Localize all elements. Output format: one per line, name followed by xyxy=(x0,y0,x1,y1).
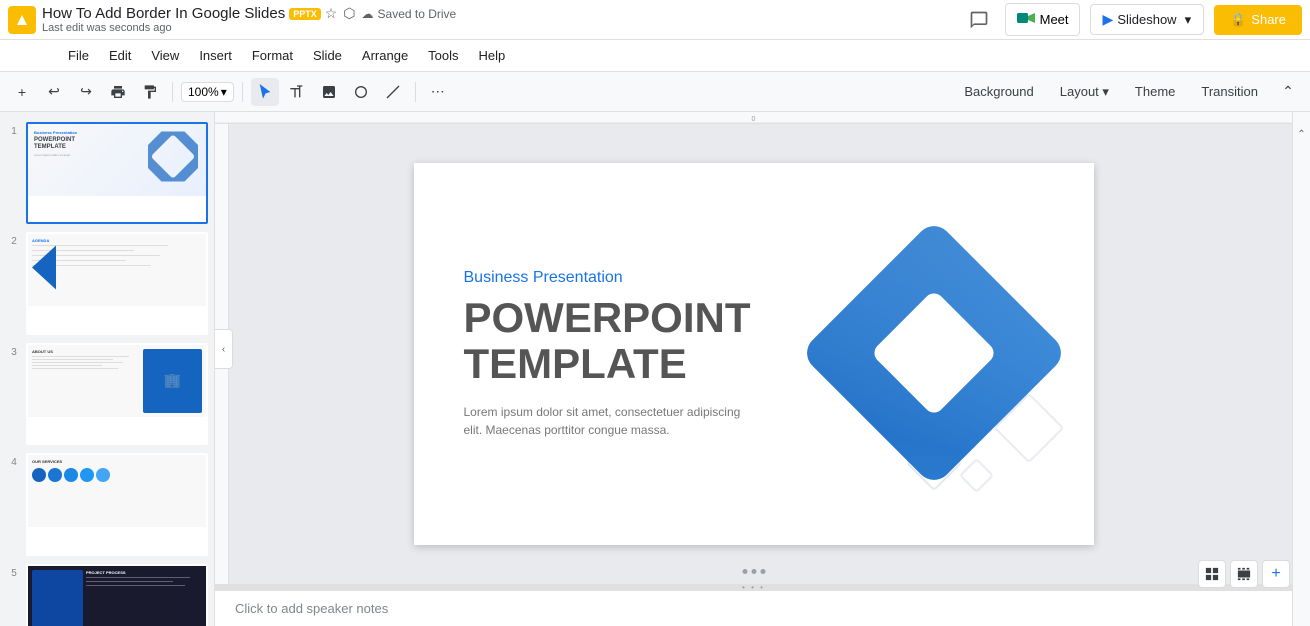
slideshow-dropdown-icon[interactable]: ▾ xyxy=(1185,12,1192,28)
paint-format-button[interactable] xyxy=(136,78,164,106)
slide-2-thumbnail[interactable]: AGENDA xyxy=(26,232,208,334)
doc-title[interactable]: How To Add Border In Google Slides xyxy=(42,5,285,22)
background-button[interactable]: Background xyxy=(954,80,1043,103)
slide-1-thumbnail[interactable]: Business Presentation POWERPOINTTEMPLATE… xyxy=(26,122,208,224)
main-layout: 1 Business Presentation POWERPOINTTEMPLA… xyxy=(0,112,1310,626)
slide-num-4: 4 xyxy=(6,457,22,468)
slide-graphic xyxy=(794,183,1074,523)
slide-5-thumbnail[interactable]: PROJECT PROCESS xyxy=(26,564,208,626)
star-icon[interactable]: ☆ xyxy=(325,5,338,22)
menu-view[interactable]: View xyxy=(143,44,187,67)
speaker-notes-placeholder: Click to add speaker notes xyxy=(235,601,388,616)
meet-label: Meet xyxy=(1040,12,1069,27)
grid-view-button[interactable] xyxy=(1198,560,1226,588)
title-icons: ☆ ⬡ ☁ Saved to Drive xyxy=(325,5,457,22)
canvas-area[interactable]: Business Presentation POWERPOINT TEMPLAT… xyxy=(215,124,1292,584)
diamond-svg xyxy=(804,203,1064,503)
last-edit-text: Last edit was seconds ago xyxy=(42,22,456,34)
redo-button[interactable]: ↪ xyxy=(72,78,100,106)
menu-arrange[interactable]: Arrange xyxy=(354,44,416,67)
pptx-badge: PPTX xyxy=(289,8,321,20)
toolbar-right: Background Layout ▾ Theme Transition ⌃ xyxy=(954,78,1302,106)
bottom-controls: + xyxy=(1198,560,1290,588)
line-tool[interactable] xyxy=(379,78,407,106)
saved-to-drive: ☁ Saved to Drive xyxy=(362,5,457,22)
slide-num-2: 2 xyxy=(6,236,22,247)
meet-icon xyxy=(1016,8,1036,31)
meet-button[interactable]: Meet xyxy=(1005,3,1080,36)
menu-slide[interactable]: Slide xyxy=(305,44,350,67)
slideshow-button[interactable]: ▶ Slideshow ▾ xyxy=(1090,4,1205,35)
slide-thumb-4[interactable]: 4 OUR SERVICES xyxy=(4,451,210,557)
top-bar: How To Add Border In Google Slides PPTX … xyxy=(0,0,1310,40)
saved-text: Saved to Drive xyxy=(378,7,457,21)
menu-insert[interactable]: Insert xyxy=(191,44,240,67)
slide-thumb-2[interactable]: 2 AGENDA xyxy=(4,230,210,336)
menu-help[interactable]: Help xyxy=(471,44,514,67)
top-right-controls: Meet ▶ Slideshow ▾ 🔒 Share xyxy=(963,3,1302,36)
drive-icon[interactable]: ⬡ xyxy=(343,5,355,22)
add-button[interactable]: + xyxy=(8,78,36,106)
layout-button[interactable]: Layout ▾ xyxy=(1050,80,1119,104)
comment-button[interactable] xyxy=(963,4,995,36)
speaker-notes[interactable]: Click to add speaker notes xyxy=(215,590,1292,626)
shape-tool[interactable] xyxy=(347,78,375,106)
slide-num-1: 1 xyxy=(6,126,22,137)
menu-tools[interactable]: Tools xyxy=(420,44,466,67)
undo-button[interactable]: ↩ xyxy=(40,78,68,106)
horizontal-ruler: 0 xyxy=(215,112,1292,124)
cloud-icon: ☁ xyxy=(362,7,374,21)
slide-canvas[interactable]: Business Presentation POWERPOINT TEMPLAT… xyxy=(414,163,1094,545)
transition-button[interactable]: Transition xyxy=(1191,80,1268,103)
toolbar: + ↩ ↪ 100% ▾ ⋯ Background Layout ▾ Theme… xyxy=(0,72,1310,112)
zoom-in-button[interactable]: + xyxy=(1262,560,1290,588)
menu-bar: File Edit View Insert Format Slide Arran… xyxy=(0,40,1310,72)
share-label: Share xyxy=(1251,12,1286,27)
slide-thumb-1[interactable]: 1 Business Presentation POWERPOINTTEMPLA… xyxy=(4,120,210,226)
more-tools-button[interactable]: ⋯ xyxy=(424,78,452,106)
app-icon xyxy=(8,6,36,34)
slide-num-3: 3 xyxy=(6,347,22,358)
image-tool[interactable] xyxy=(315,78,343,106)
slide-3-thumbnail[interactable]: ABOUT US 🏢 xyxy=(26,343,208,445)
right-panel-collapse[interactable]: ⌃ xyxy=(1293,120,1310,148)
slide-thumb-3[interactable]: 3 ABOUT US 🏢 xyxy=(4,341,210,447)
slide-thumb-5[interactable]: 5 PROJECT PROCESS xyxy=(4,562,210,626)
print-button[interactable] xyxy=(104,78,132,106)
cursor-tool[interactable] xyxy=(251,78,279,106)
right-panel: ⌃ xyxy=(1292,112,1310,626)
svg-text:0: 0 xyxy=(752,116,756,123)
textbox-tool[interactable] xyxy=(283,78,311,106)
collapse-toolbar-button[interactable]: ⌃ xyxy=(1274,78,1302,106)
panel-collapse-button[interactable]: ‹ xyxy=(215,329,233,369)
divider-2 xyxy=(242,82,243,102)
lock-icon: 🔒 xyxy=(1230,12,1246,28)
slide-panel: 1 Business Presentation POWERPOINTTEMPLA… xyxy=(0,112,215,626)
slideshow-label: Slideshow xyxy=(1117,12,1176,27)
zoom-control[interactable]: 100% ▾ xyxy=(181,82,234,102)
divider-3 xyxy=(415,82,416,102)
dot-2 xyxy=(751,569,756,574)
slide-num-5: 5 xyxy=(6,568,22,579)
doc-title-area: How To Add Border In Google Slides PPTX … xyxy=(42,5,456,34)
slide-body: Lorem ipsum dolor sit amet, consectetuer… xyxy=(464,403,784,439)
zoom-dropdown-icon: ▾ xyxy=(221,85,227,99)
divider-1 xyxy=(172,82,173,102)
dot-3 xyxy=(760,569,765,574)
editor-area: 0 Business Presentation xyxy=(215,112,1292,626)
menu-file[interactable]: File xyxy=(60,44,97,67)
share-button[interactable]: 🔒 Share xyxy=(1214,5,1302,35)
menu-format[interactable]: Format xyxy=(244,44,301,67)
slide-position-dots xyxy=(740,567,767,576)
zoom-value: 100% xyxy=(188,85,219,99)
dot-1 xyxy=(742,569,747,574)
theme-button[interactable]: Theme xyxy=(1125,80,1185,103)
slideshow-icon: ▶ xyxy=(1103,11,1114,28)
menu-edit[interactable]: Edit xyxy=(101,44,139,67)
filmstrip-view-button[interactable] xyxy=(1230,560,1258,588)
slide-4-thumbnail[interactable]: OUR SERVICES xyxy=(26,453,208,555)
